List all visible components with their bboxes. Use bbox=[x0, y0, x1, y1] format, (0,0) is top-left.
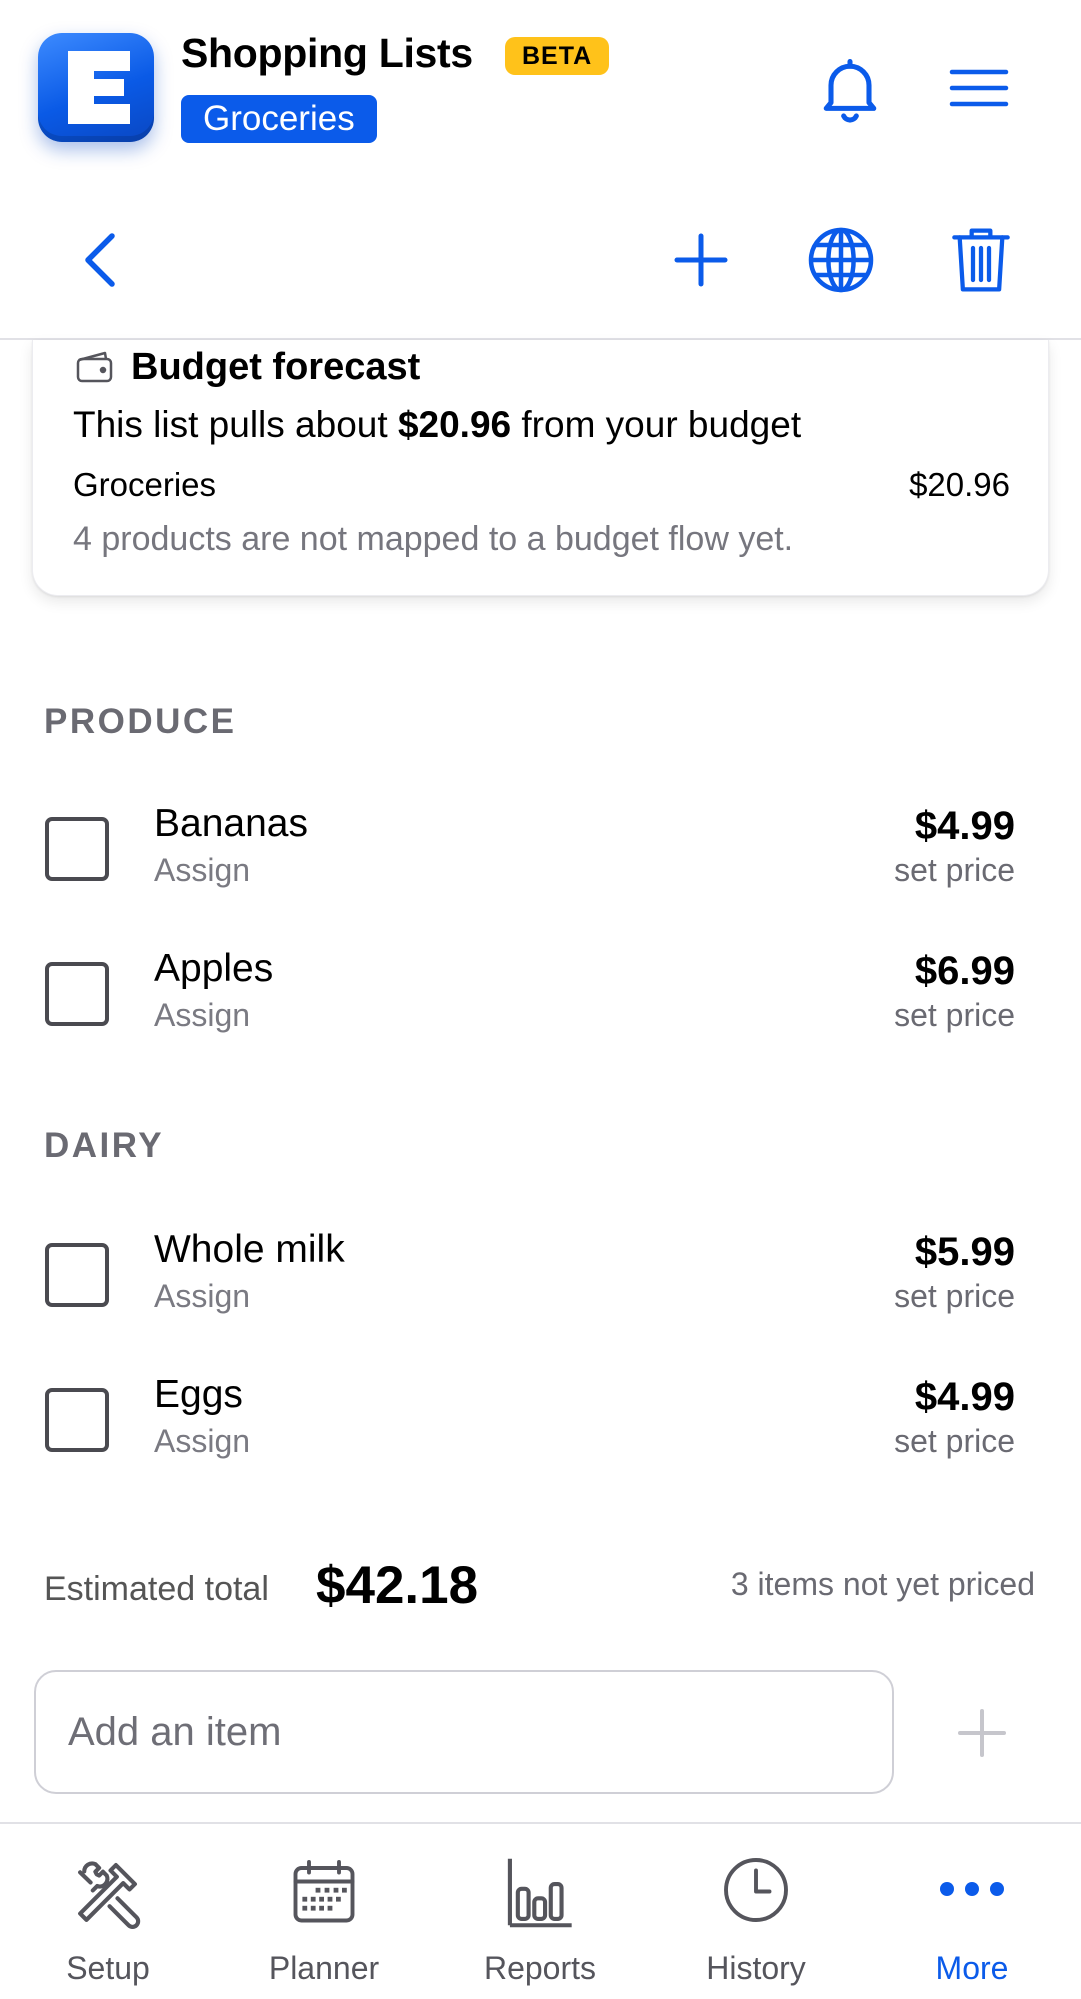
tab-history[interactable]: History bbox=[648, 1824, 864, 1999]
more-dots-icon bbox=[940, 1882, 1004, 1896]
tab-planner[interactable]: Planner bbox=[216, 1824, 432, 1999]
item-name[interactable]: Whole milk bbox=[154, 1228, 345, 1272]
list-toolbar bbox=[0, 190, 1081, 340]
budget-unmapped-note: 4 products are not mapped to a budget fl… bbox=[73, 520, 794, 558]
item-checkbox[interactable] bbox=[45, 962, 109, 1026]
app-title: Shopping Lists bbox=[181, 30, 473, 76]
item-assign-link[interactable]: Assign bbox=[154, 1278, 250, 1315]
add-item-input[interactable] bbox=[34, 1670, 894, 1794]
item-assign-link[interactable]: Assign bbox=[154, 997, 250, 1034]
budget-forecast-summary: This list pulls about $20.96 from your b… bbox=[73, 404, 801, 446]
tab-label-setup: Setup bbox=[66, 1950, 150, 1986]
unpriced-items-note: 3 items not yet priced bbox=[730, 1566, 1035, 1602]
tools-icon bbox=[78, 1861, 141, 1929]
share-button[interactable] bbox=[791, 210, 891, 310]
item-checkbox[interactable] bbox=[45, 817, 109, 881]
item-name[interactable]: Eggs bbox=[154, 1373, 243, 1417]
tab-label-more: More bbox=[935, 1950, 1009, 1986]
item-set-price-link[interactable]: set price bbox=[894, 852, 1015, 889]
tab-label-reports: Reports bbox=[483, 1950, 597, 1986]
item-name[interactable]: Bananas bbox=[154, 802, 308, 846]
bar-chart-icon bbox=[507, 1858, 572, 1928]
tab-label-planner: Planner bbox=[268, 1950, 380, 1986]
tab-label-history: History bbox=[706, 1950, 806, 1986]
chevron-left-icon bbox=[85, 233, 115, 287]
list-item: Apples Assign $6.99 set price bbox=[0, 937, 1081, 1047]
plus-icon bbox=[958, 1709, 1006, 1757]
budget-flow-name: Groceries bbox=[73, 466, 217, 503]
notifications-button[interactable] bbox=[812, 52, 888, 133]
section-title-produce: PRODUCE bbox=[44, 702, 237, 741]
list-item: Bananas Assign $4.99 set price bbox=[0, 792, 1081, 902]
budget-summary-suffix: from your budget bbox=[521, 404, 802, 445]
item-set-price-link[interactable]: set price bbox=[894, 1278, 1015, 1315]
add-item-toolbar-button[interactable] bbox=[651, 210, 751, 310]
budget-forecast-title: Budget forecast bbox=[131, 346, 421, 388]
tab-reports[interactable]: Reports bbox=[432, 1824, 648, 1999]
estimated-total-value: $42.18 bbox=[316, 1556, 479, 1615]
delete-list-button[interactable] bbox=[931, 210, 1031, 310]
section-title-dairy: DAIRY bbox=[44, 1126, 165, 1165]
clock-icon bbox=[724, 1858, 788, 1922]
list-item: Whole milk Assign $5.99 set price bbox=[0, 1218, 1081, 1328]
calendar-icon bbox=[293, 1860, 355, 1923]
bottom-tab-bar: Setup Planner Reports History More bbox=[0, 1822, 1081, 1999]
budget-forecast-card: Budget forecast This list pulls about $2… bbox=[32, 340, 1049, 596]
item-checkbox[interactable] bbox=[45, 1243, 109, 1307]
item-checkbox[interactable] bbox=[45, 1388, 109, 1452]
item-name[interactable]: Apples bbox=[154, 947, 273, 991]
item-assign-link[interactable]: Assign bbox=[154, 852, 250, 889]
list-name-chip[interactable]: Groceries bbox=[181, 95, 377, 143]
item-price[interactable]: $4.99 bbox=[915, 804, 1015, 849]
item-price[interactable]: $4.99 bbox=[915, 1375, 1015, 1420]
trash-icon bbox=[952, 228, 1010, 292]
logo-letter-e-icon bbox=[68, 51, 130, 124]
budget-flow-amount: $20.96 bbox=[909, 466, 1010, 503]
beta-badge: BETA bbox=[505, 37, 610, 75]
budget-summary-amount: $20.96 bbox=[397, 404, 512, 445]
plus-icon bbox=[674, 233, 728, 287]
tab-more[interactable]: More bbox=[864, 1824, 1080, 1999]
menu-button[interactable] bbox=[948, 62, 1010, 119]
wallet-icon bbox=[76, 351, 113, 383]
estimated-total-label: Estimated total bbox=[44, 1570, 269, 1608]
item-price[interactable]: $5.99 bbox=[915, 1230, 1015, 1275]
bell-icon bbox=[823, 58, 877, 123]
item-assign-link[interactable]: Assign bbox=[154, 1423, 250, 1460]
item-price[interactable]: $6.99 bbox=[915, 949, 1015, 994]
list-item: Eggs Assign $4.99 set price bbox=[0, 1363, 1081, 1473]
app-logo bbox=[38, 33, 154, 142]
app-header: Shopping Lists BETA Groceries bbox=[0, 0, 1081, 180]
globe-icon bbox=[808, 227, 874, 293]
tab-setup[interactable]: Setup bbox=[0, 1824, 216, 1999]
item-set-price-link[interactable]: set price bbox=[894, 997, 1015, 1034]
item-set-price-link[interactable]: set price bbox=[894, 1423, 1015, 1460]
budget-summary-prefix: This list pulls about bbox=[73, 404, 388, 445]
back-button[interactable] bbox=[50, 210, 150, 310]
add-item-submit-button[interactable] bbox=[932, 1688, 1032, 1778]
hamburger-menu-icon bbox=[949, 69, 1009, 107]
